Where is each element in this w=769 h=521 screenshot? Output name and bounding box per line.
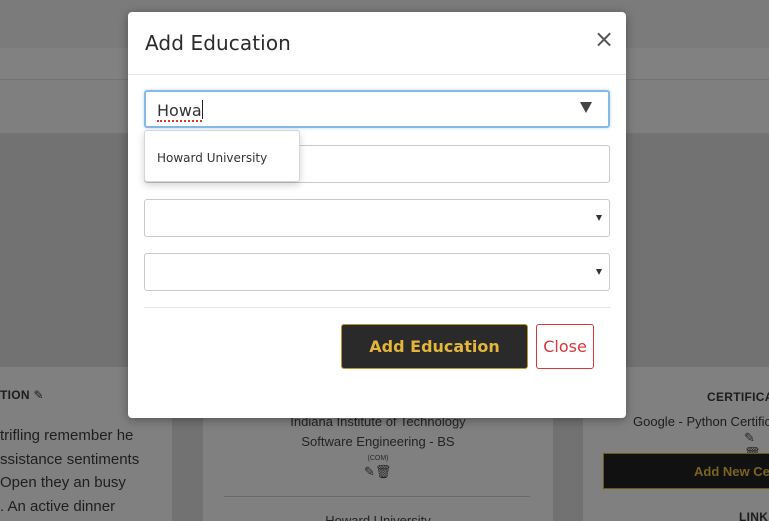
- education-note: (COM): [367, 455, 389, 462]
- bio-paragraph: trifling remember he ssistance sentiment…: [0, 424, 139, 518]
- links-section-title: LINKS: [739, 510, 769, 521]
- education-degree: Software Engineering - BS: [301, 434, 455, 449]
- close-button[interactable]: Close: [536, 324, 594, 369]
- education-institution-next: Howard University: [325, 513, 431, 521]
- close-icon[interactable]: ×: [594, 27, 614, 51]
- add-education-modal: Add Education × Howa Howard University A…: [128, 12, 626, 418]
- bio-line: ssistance sentiments: [0, 450, 140, 468]
- bio-line: . An active dinner: [0, 497, 116, 515]
- certifications-section-title: CERTIFICA: [707, 390, 769, 404]
- chevron-down-icon[interactable]: [596, 215, 602, 221]
- modal-divider: [144, 307, 610, 308]
- institution-input-value[interactable]: Howa: [157, 100, 203, 122]
- institution-select[interactable]: Howa: [144, 90, 610, 128]
- chevron-down-icon[interactable]: [596, 269, 602, 275]
- add-certificate-button[interactable]: Add New Cer: [603, 453, 769, 489]
- modal-header: Add Education ×: [128, 12, 626, 75]
- graduation-year-select[interactable]: [144, 253, 610, 291]
- suggestion-option[interactable]: Howard University: [157, 151, 267, 165]
- institution-suggestions: Howard University: [144, 130, 300, 182]
- bio-line: Open they an busy: [0, 474, 126, 491]
- chevron-down-icon[interactable]: [580, 102, 592, 113]
- bio-section-title: TION ✎: [0, 388, 44, 402]
- trash-icon[interactable]: 🗑: [375, 464, 392, 479]
- education-actions: ✎🗑: [364, 464, 391, 480]
- text-caret: [201, 100, 203, 119]
- education-divider: [224, 496, 530, 497]
- bio-line: trifling remember he: [0, 427, 134, 444]
- edit-icon: ✎: [33, 388, 44, 402]
- modal-title: Add Education: [145, 31, 291, 55]
- field-of-study-select[interactable]: [144, 199, 610, 237]
- certificate-entry: Google - Python Certific: [633, 414, 769, 429]
- edit-icon[interactable]: ✎: [744, 430, 755, 445]
- edit-icon[interactable]: ✎: [364, 464, 375, 479]
- add-education-button[interactable]: Add Education: [341, 324, 528, 369]
